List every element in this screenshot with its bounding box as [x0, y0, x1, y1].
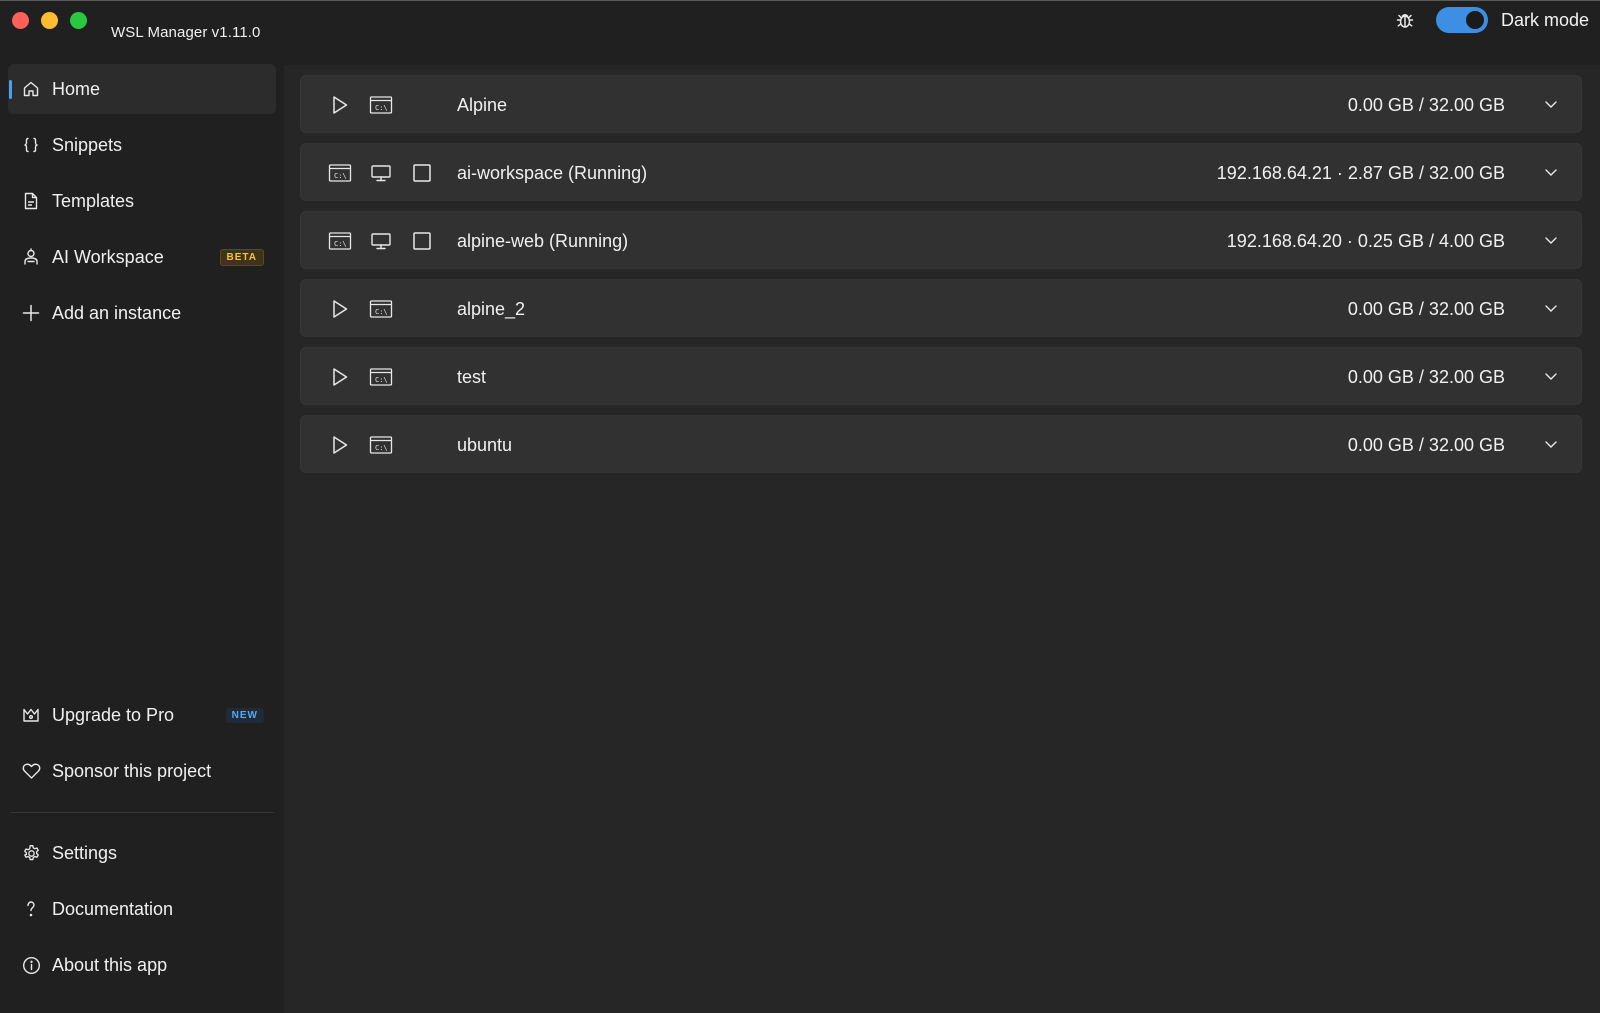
chevron-down-icon[interactable] — [1541, 298, 1561, 318]
heart-icon — [20, 760, 42, 782]
instance-name: test — [457, 367, 487, 387]
sidebar-item-label: About this app — [52, 954, 168, 975]
instance-row[interactable]: C:\ alpine-web (Running) 192.168.64.20 ·… — [300, 211, 1582, 269]
sidebar-item-label: Sponsor this project — [52, 760, 212, 781]
instance-info: 192.168.64.20 · 0.25 GB / 4.00 GB — [1226, 231, 1505, 251]
sidebar-item-label: AI Workspace — [52, 246, 164, 267]
svg-text:C:\: C:\ — [375, 308, 388, 316]
svg-text:C:\: C:\ — [375, 376, 388, 384]
toggle-knob — [1465, 11, 1484, 29]
terminal-icon[interactable]: C:\ — [327, 228, 353, 254]
sidebar-item-label: Add an instance — [52, 302, 182, 323]
instance-list: C:\ Alpine 0.00 GB / 32.00 GB C:\ ai-wor… — [284, 65, 1600, 1013]
sidebar-divider — [10, 812, 274, 813]
info-icon — [20, 954, 42, 976]
instance-name: alpine-web (Running) — [457, 231, 629, 251]
dark-mode-toggle[interactable] — [1435, 7, 1488, 33]
instance-row[interactable]: C:\ Alpine 0.00 GB / 32.00 GB — [300, 75, 1582, 133]
instance-info: 0.00 GB / 32.00 GB — [1347, 299, 1505, 319]
terminal-icon[interactable]: C:\ — [368, 92, 394, 118]
svg-text:C:\: C:\ — [375, 444, 388, 452]
braces-icon — [20, 134, 42, 156]
monitor-icon[interactable] — [368, 228, 394, 254]
monitor-icon[interactable] — [368, 160, 394, 186]
close-window-button[interactable] — [12, 12, 29, 29]
header-controls: Dark mode — [1394, 7, 1589, 33]
sidebar-item-label: Documentation — [52, 898, 174, 919]
instance-info: 0.00 GB / 32.00 GB — [1347, 435, 1505, 455]
instance-info: 192.168.64.21 · 2.87 GB / 32.00 GB — [1216, 163, 1505, 183]
document-icon — [20, 190, 42, 212]
window-controls — [12, 12, 87, 29]
instance-actions: C:\ — [327, 144, 450, 202]
instance-name: ai-workspace (Running) — [457, 163, 648, 183]
instance-row[interactable]: C:\ ai-workspace (Running) 192.168.64.21… — [300, 143, 1582, 201]
sidebar-item-documentation[interactable]: Documentation — [8, 884, 276, 934]
sidebar-item-label: Snippets — [52, 134, 123, 155]
instance-actions: C:\ — [327, 212, 450, 270]
instance-info: 0.00 GB / 32.00 GB — [1347, 367, 1505, 387]
terminal-icon[interactable]: C:\ — [368, 432, 394, 458]
stop-icon[interactable] — [409, 160, 435, 186]
instance-row[interactable]: C:\ ubuntu 0.00 GB / 32.00 GB — [300, 415, 1582, 473]
crown-icon — [20, 704, 42, 726]
svg-text:C:\: C:\ — [334, 172, 347, 180]
chevron-down-icon[interactable] — [1541, 94, 1561, 114]
person-robot-icon — [20, 246, 42, 268]
chevron-down-icon[interactable] — [1541, 162, 1561, 182]
sidebar-item-about[interactable]: About this app — [8, 940, 276, 990]
dark-mode-label: Dark mode — [1500, 9, 1589, 30]
play-icon[interactable] — [327, 432, 353, 458]
play-icon[interactable] — [327, 296, 353, 322]
plus-icon — [20, 302, 42, 324]
instance-actions: C:\ — [327, 416, 409, 474]
new-badge: NEW — [225, 707, 264, 723]
sidebar-item-add-instance[interactable]: Add an instance — [8, 288, 276, 338]
terminal-icon[interactable]: C:\ — [368, 296, 394, 322]
instance-info: 0.00 GB / 32.00 GB — [1347, 95, 1505, 115]
chevron-down-icon[interactable] — [1541, 230, 1561, 250]
instance-row[interactable]: C:\ test 0.00 GB / 32.00 GB — [300, 347, 1582, 405]
chevron-down-icon[interactable] — [1541, 366, 1561, 386]
sidebar-item-label: Settings — [52, 842, 118, 863]
sidebar-item-templates[interactable]: Templates — [8, 176, 276, 226]
instance-name: Alpine — [457, 95, 508, 115]
svg-text:C:\: C:\ — [334, 240, 347, 248]
maximize-window-button[interactable] — [70, 12, 87, 29]
sidebar-item-upgrade[interactable]: Upgrade to Pro NEW — [8, 690, 276, 740]
sidebar-item-label: Templates — [52, 190, 135, 211]
terminal-icon[interactable]: C:\ — [327, 160, 353, 186]
sidebar-item-home[interactable]: Home — [8, 64, 276, 114]
gear-icon — [20, 842, 42, 864]
sidebar-item-settings[interactable]: Settings — [8, 828, 276, 878]
sidebar-item-label: Upgrade to Pro — [52, 704, 175, 725]
beta-badge: BETA — [219, 248, 264, 266]
sidebar-item-snippets[interactable]: Snippets — [8, 120, 276, 170]
home-icon — [20, 78, 42, 100]
instance-actions: C:\ — [327, 280, 409, 338]
sidebar: Home Snippets Templates AI Workspace BET… — [0, 62, 284, 1013]
play-icon[interactable] — [327, 364, 353, 390]
stop-icon[interactable] — [409, 228, 435, 254]
minimize-window-button[interactable] — [41, 12, 58, 29]
bug-icon[interactable] — [1394, 9, 1416, 31]
app-title: WSL Manager v1.11.0 — [111, 24, 261, 41]
app-window: WSL Manager v1.11.0 Dark mode Home Snipp… — [0, 0, 1600, 1013]
instance-name: ubuntu — [457, 435, 513, 455]
sidebar-item-sponsor[interactable]: Sponsor this project — [8, 746, 276, 796]
instance-row[interactable]: C:\ alpine_2 0.00 GB / 32.00 GB — [300, 279, 1582, 337]
window-top-border — [0, 0, 1600, 1]
question-icon — [20, 898, 42, 920]
instance-name: alpine_2 — [457, 299, 526, 319]
sidebar-item-label: Home — [52, 78, 101, 99]
play-icon[interactable] — [327, 92, 353, 118]
chevron-down-icon[interactable] — [1541, 434, 1561, 454]
instance-actions: C:\ — [327, 348, 409, 406]
svg-text:C:\: C:\ — [375, 104, 388, 112]
sidebar-item-ai-workspace[interactable]: AI Workspace BETA — [8, 232, 276, 282]
instance-actions: C:\ — [327, 76, 409, 134]
terminal-icon[interactable]: C:\ — [368, 364, 394, 390]
